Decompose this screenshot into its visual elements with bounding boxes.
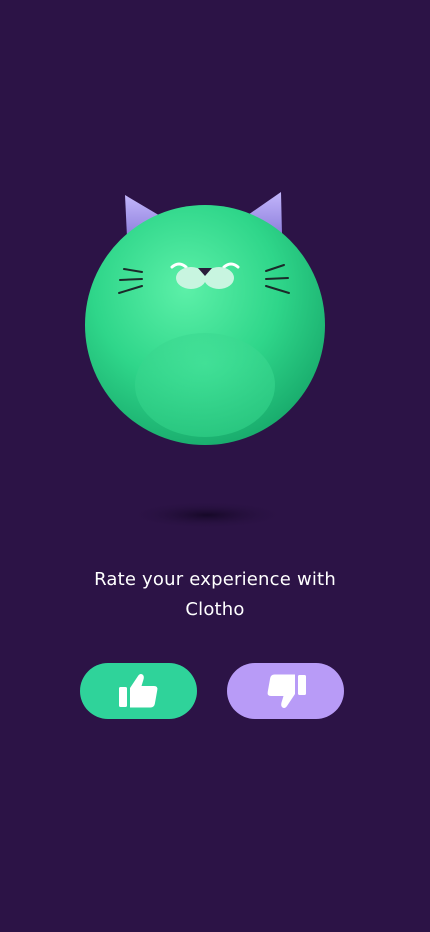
whisker: [119, 278, 143, 281]
mascot-shadow: [127, 501, 287, 529]
rating-prompt: Rate your experience with Clotho: [0, 565, 430, 625]
thumbs-up-icon: [118, 674, 157, 708]
prompt-line-2: Clotho: [185, 599, 245, 620]
thumbs-down-button[interactable]: [227, 663, 344, 719]
prompt-line-1: Rate your experience with: [94, 569, 336, 590]
thumbs-down-icon: [267, 674, 306, 708]
rating-screen: Rate your experience with Clotho: [0, 0, 430, 932]
cat-belly: [135, 333, 275, 437]
cat-mascot: [70, 175, 340, 540]
whisker: [265, 277, 289, 280]
thumbs-up-button[interactable]: [80, 663, 197, 719]
cat-mascot-illustration: [85, 192, 325, 529]
